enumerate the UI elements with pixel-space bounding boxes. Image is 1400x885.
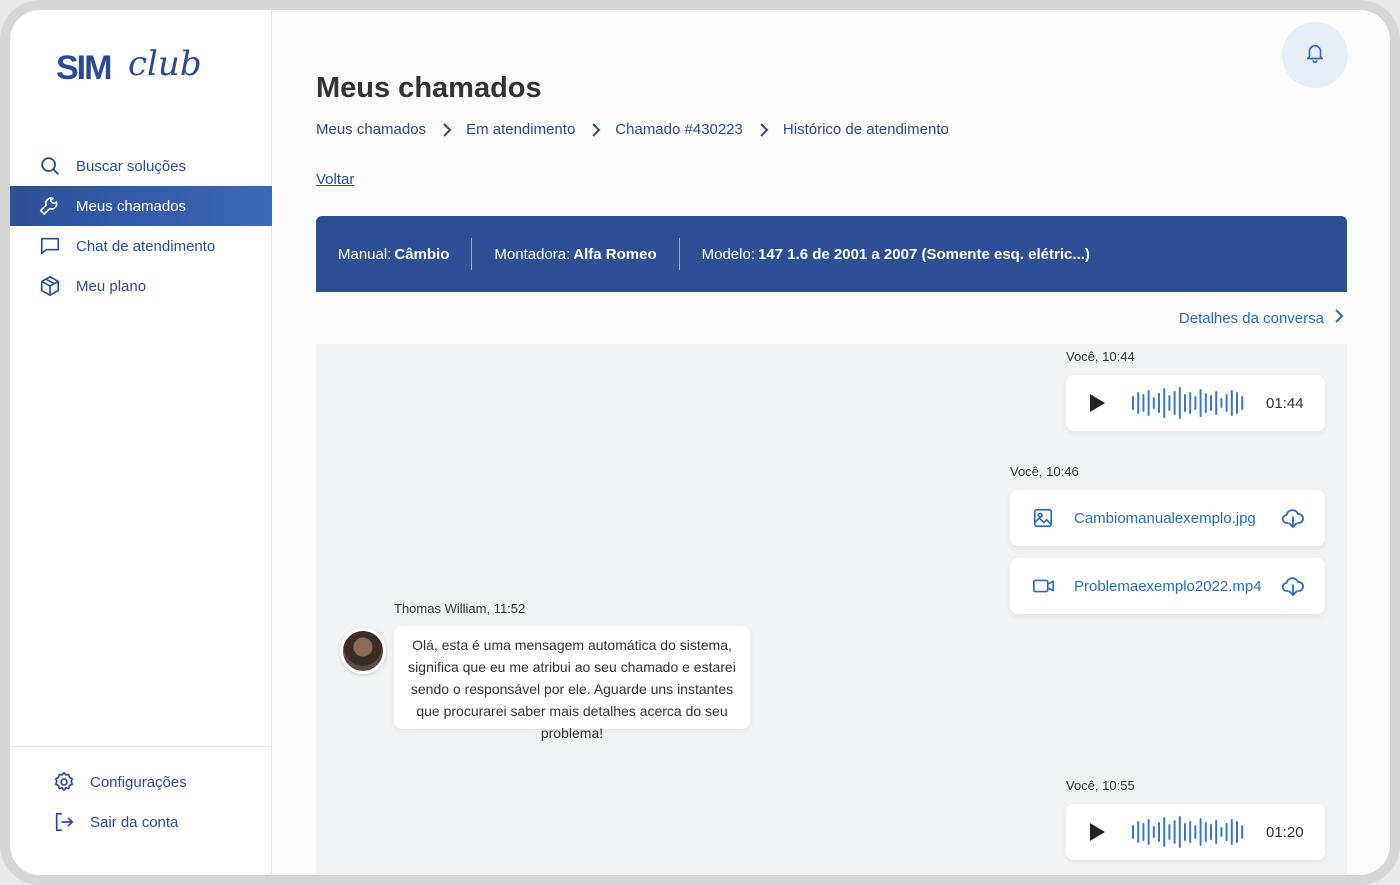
logo-sim: SIM xyxy=(56,49,112,87)
info-divider xyxy=(471,238,473,270)
breadcrumb-chamado[interactable]: Chamado #430223 xyxy=(615,121,743,138)
message-timestamp: Você, 10:46 xyxy=(1010,464,1079,479)
image-icon xyxy=(1032,506,1056,530)
audio-message: 01:20 xyxy=(1066,804,1325,860)
sidebar-item-label: Sair da conta xyxy=(90,813,179,831)
avatar xyxy=(340,628,386,674)
audio-message: 01:44 xyxy=(1066,375,1325,431)
gear-icon xyxy=(52,770,76,794)
bell-icon xyxy=(1304,42,1326,69)
info-modelo: Modelo: 147 1.6 de 2001 a 2007 (Somente … xyxy=(702,246,1090,263)
info-montadora-value: Alfa Romeo xyxy=(573,245,657,263)
breadcrumb-meus-chamados[interactable]: Meus chamados xyxy=(316,121,426,138)
file-name[interactable]: Cambiomanualexemplo.jpg xyxy=(1074,510,1256,527)
info-manual-value: Câmbio xyxy=(394,245,450,263)
info-modelo-label: Modelo: xyxy=(701,245,755,263)
sidebar-divider xyxy=(10,746,271,747)
simclub-logo[interactable]: SIM club xyxy=(56,44,226,92)
logo-club: club xyxy=(128,44,202,84)
message-timestamp: Você, 10:55 xyxy=(1066,778,1135,793)
file-attachment: Cambiomanualexemplo.jpg xyxy=(1010,490,1325,546)
download-icon[interactable] xyxy=(1281,506,1305,530)
sidebar-item-label: Meus chamados xyxy=(76,197,187,215)
back-link[interactable]: Voltar xyxy=(316,171,354,188)
info-modelo-value: 147 1.6 de 2001 a 2007 (Somente esq. elé… xyxy=(758,245,1090,263)
sidebar-item-buscar-solucoes[interactable]: Buscar soluções xyxy=(10,146,272,186)
sidebar: SIM club Buscar soluções Meus chamados C… xyxy=(10,10,272,875)
app-screen: SIM club Buscar soluções Meus chamados C… xyxy=(10,10,1390,875)
breadcrumb: Meus chamados Em atendimento Chamado #43… xyxy=(316,121,949,138)
chevron-right-icon xyxy=(1334,309,1344,327)
page-title: Meus chamados xyxy=(316,72,542,104)
chat-history: Você, 10:44 01:44 Você, 10:46 Cambiomanu… xyxy=(316,344,1347,875)
sidebar-item-meus-chamados[interactable]: Meus chamados xyxy=(10,186,272,226)
sidebar-item-label: Chat de atendimento xyxy=(76,237,216,255)
audio-duration: 01:20 xyxy=(1266,823,1304,841)
message-bubble: Olá, esta é uma mensagem automática do s… xyxy=(394,626,750,741)
file-name[interactable]: Problemaexemplo2022.mp4 xyxy=(1074,578,1262,595)
sidebar-item-label: Buscar soluções xyxy=(76,157,187,175)
sidebar-item-configuracoes[interactable]: Configurações xyxy=(10,762,272,802)
play-icon[interactable] xyxy=(1088,821,1110,843)
logout-icon xyxy=(52,810,76,834)
main-content: Meus chamados Meus chamados Em atendimen… xyxy=(272,10,1390,875)
audio-waveform[interactable] xyxy=(1130,816,1246,848)
download-icon[interactable] xyxy=(1281,574,1305,598)
sidebar-item-label: Meu plano xyxy=(76,277,147,295)
message-timestamp: Thomas William, 11:52 xyxy=(394,601,526,616)
chat-icon xyxy=(38,234,62,258)
audio-duration: 01:44 xyxy=(1266,394,1304,412)
chevron-right-icon xyxy=(442,122,452,137)
chevron-right-icon xyxy=(759,122,769,137)
notifications-button[interactable] xyxy=(1282,22,1348,88)
device-frame: SIM club Buscar soluções Meus chamados C… xyxy=(0,0,1400,885)
main-nav: Buscar soluções Meus chamados Chat de at… xyxy=(10,146,272,306)
breadcrumb-historico[interactable]: Histórico de atendimento xyxy=(783,121,949,138)
info-manual-label: Manual: xyxy=(338,245,392,263)
chevron-right-icon xyxy=(591,122,601,137)
sidebar-bottom-nav: Configurações Sair da conta xyxy=(10,762,272,842)
sidebar-item-meu-plano[interactable]: Meu plano xyxy=(10,266,272,306)
ticket-info-bar: Manual: Câmbio Montadora: Alfa Romeo Mod… xyxy=(316,216,1347,292)
conversation-details-label: Detalhes da conversa xyxy=(1178,309,1324,327)
info-manual: Manual: Câmbio xyxy=(338,246,449,263)
wrench-icon xyxy=(38,194,62,218)
info-montadora: Montadora: Alfa Romeo xyxy=(494,246,656,263)
message-timestamp: Você, 10:44 xyxy=(1066,349,1135,364)
sidebar-item-chat-de-atendimento[interactable]: Chat de atendimento xyxy=(10,226,272,266)
package-icon xyxy=(38,274,62,298)
info-divider xyxy=(678,238,680,270)
info-montadora-label: Montadora: xyxy=(494,245,571,263)
sidebar-item-sair-da-conta[interactable]: Sair da conta xyxy=(10,802,272,842)
file-attachment: Problemaexemplo2022.mp4 xyxy=(1010,558,1325,614)
conversation-details-link[interactable]: Detalhes da conversa xyxy=(1179,309,1354,327)
breadcrumb-em-atendimento[interactable]: Em atendimento xyxy=(466,121,575,138)
play-icon[interactable] xyxy=(1088,392,1110,414)
video-icon xyxy=(1032,574,1056,598)
search-icon xyxy=(38,154,62,178)
audio-waveform[interactable] xyxy=(1130,387,1246,419)
sidebar-item-label: Configurações xyxy=(90,773,187,791)
